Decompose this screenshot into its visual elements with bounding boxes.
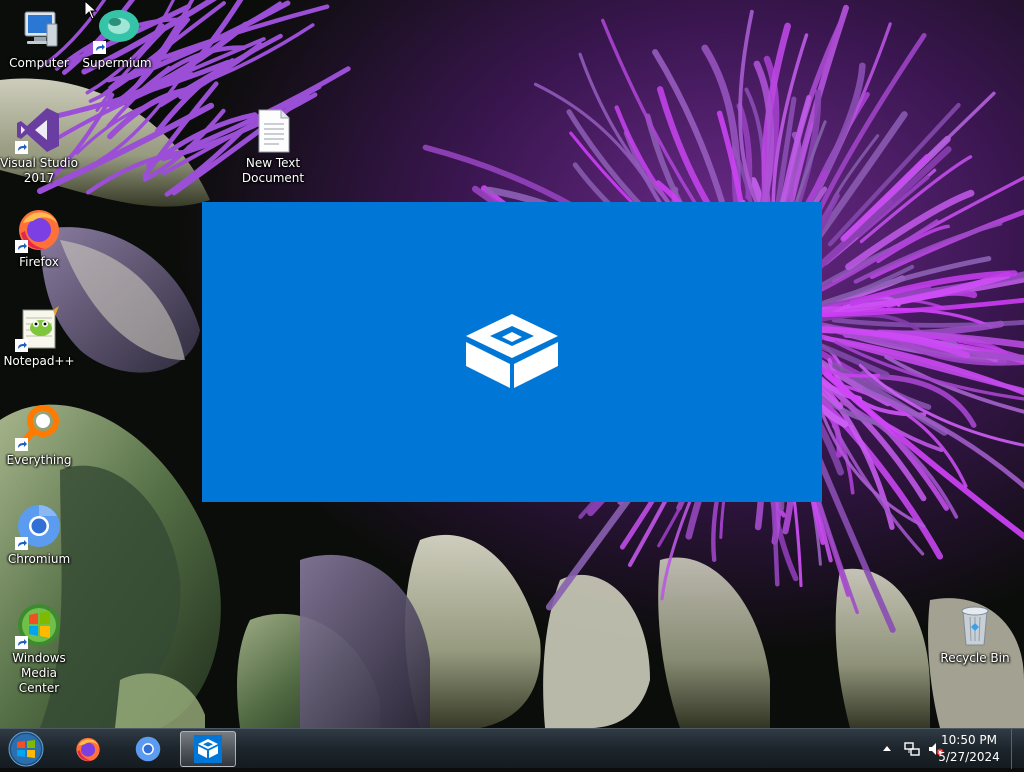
shortcut-arrow-icon	[15, 240, 28, 253]
desktop-icon-new-text-document[interactable]: New Text Document	[234, 106, 312, 186]
desktop-icon-label: Notepad++	[0, 354, 78, 369]
clock-time: 10:50 PM	[934, 732, 1004, 749]
chromium-icon	[134, 735, 162, 763]
desktop-icon-label: Everything	[0, 453, 78, 468]
desktop-icon-firefox[interactable]: Firefox	[0, 205, 78, 270]
taskbar-clock[interactable]: 10:50 PM 5/27/2024	[934, 732, 1004, 766]
shortcut-arrow-icon	[93, 41, 106, 54]
shortcut-arrow-icon	[15, 141, 28, 154]
desktop-icon-visual-studio[interactable]: Visual Studio 2017	[0, 106, 78, 186]
shortcut-arrow-icon	[15, 339, 28, 352]
desktop-icon-label: Firefox	[0, 255, 78, 270]
desktop-icon-computer[interactable]: Computer	[0, 6, 78, 71]
taskbar-button-chromium[interactable]	[120, 731, 176, 767]
sandbox-splash-window[interactable]	[202, 202, 822, 502]
sandbox-box-icon	[194, 735, 222, 763]
taskbar-button-firefox[interactable]	[60, 731, 116, 767]
clock-date: 5/27/2024	[934, 749, 1004, 766]
desktop-icon-recycle-bin[interactable]: Recycle Bin	[936, 601, 1014, 666]
start-button[interactable]	[6, 730, 46, 768]
shortcut-arrow-icon	[15, 537, 28, 550]
network-icon[interactable]	[904, 741, 920, 757]
shortcut-arrow-icon	[15, 636, 28, 649]
desktop-icon-everything[interactable]: Everything	[0, 403, 78, 468]
visual-studio-icon	[15, 106, 63, 154]
notepadpp-icon	[15, 304, 63, 352]
supermium-icon	[93, 6, 141, 54]
firefox-icon	[74, 735, 102, 763]
desktop-icon-chromium[interactable]: Chromium	[0, 502, 78, 567]
taskbar: 10:50 PM 5/27/2024	[0, 728, 1024, 768]
desktop-icon-label: Recycle Bin	[936, 651, 1014, 666]
desktop-icon-label: Computer	[0, 56, 78, 71]
mouse-cursor-icon	[84, 0, 98, 20]
desktop-icon-windows-media-center[interactable]: Windows Media Center	[0, 601, 78, 696]
firefox-icon	[15, 205, 63, 253]
everything-search-icon	[15, 403, 63, 451]
desktop-icon-notepadpp[interactable]: Notepad++	[0, 304, 78, 369]
notification-area: 10:50 PM 5/27/2024	[864, 729, 1024, 769]
desktop-icon-label: Windows Media Center	[0, 651, 78, 696]
shortcut-arrow-icon	[15, 438, 28, 451]
show-desktop-button[interactable]	[1011, 729, 1024, 769]
text-document-icon	[249, 106, 297, 154]
tray-show-hidden-icon[interactable]	[882, 744, 892, 754]
desktop-icon-label: Visual Studio 2017	[0, 156, 78, 186]
desktop-icon-label: Supermium	[78, 56, 156, 71]
windows-media-center-icon	[15, 601, 63, 649]
windows-start-orb-icon	[6, 730, 46, 768]
taskbar-button-sandbox[interactable]	[180, 731, 236, 767]
desktop-icon-label: Chromium	[0, 552, 78, 567]
chromium-icon	[15, 502, 63, 550]
sandbox-box-icon	[464, 312, 560, 390]
recycle-bin-icon	[951, 601, 999, 649]
desktop-icon-label: New Text Document	[234, 156, 312, 186]
computer-icon	[15, 6, 63, 54]
